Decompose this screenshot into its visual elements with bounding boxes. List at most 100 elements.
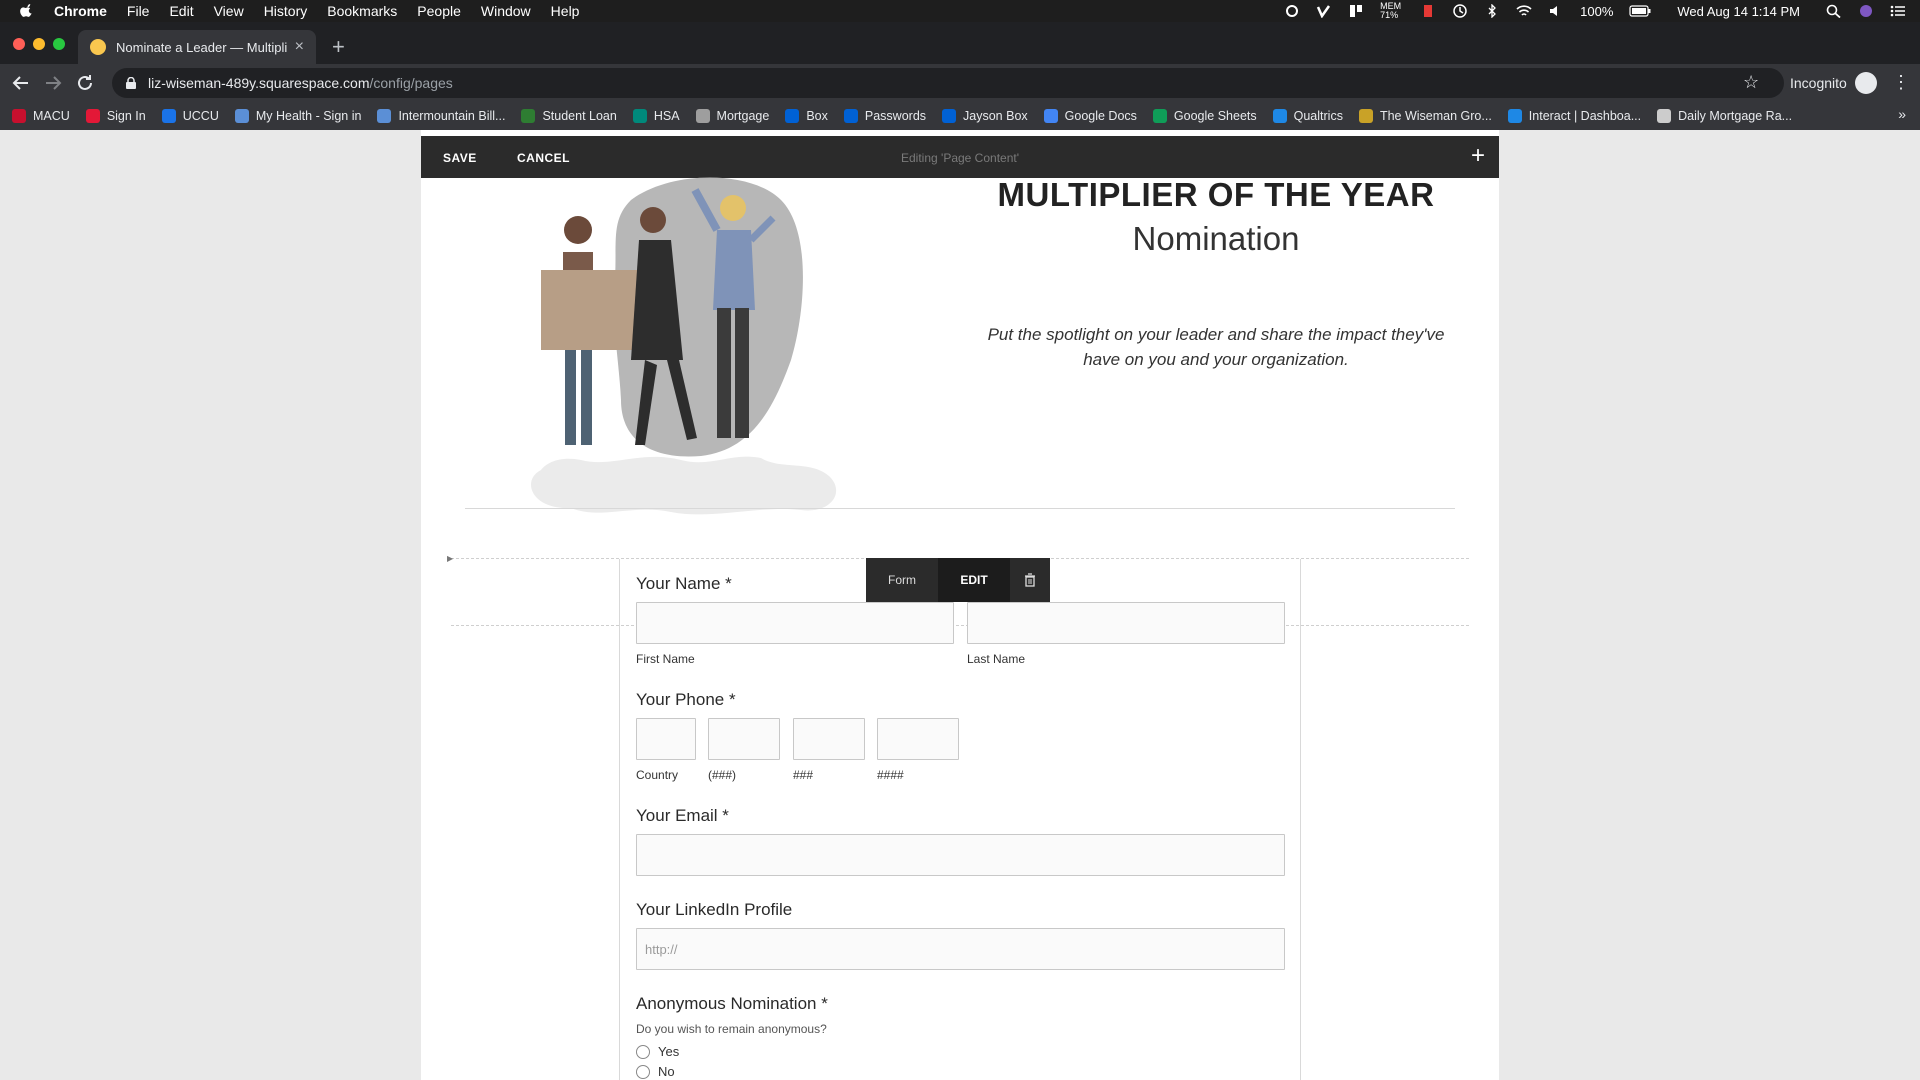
- pdf-icon[interactable]: [1420, 4, 1436, 18]
- bookmark-label: Google Sheets: [1173, 109, 1257, 123]
- trello-icon[interactable]: [1348, 4, 1364, 18]
- memory-status[interactable]: MEM 71%: [1380, 2, 1404, 20]
- section-divider: [465, 508, 1455, 509]
- menu-window[interactable]: Window: [481, 3, 531, 19]
- bookmark-label: Student Loan: [542, 109, 617, 123]
- chrome-toolbar: liz-wiseman-489y.squarespace.com/config/…: [0, 64, 1920, 102]
- creative-cloud-icon[interactable]: [1284, 4, 1300, 18]
- email-input[interactable]: [636, 834, 1285, 876]
- anonymous-help-text: Do you wish to remain anonymous?: [636, 1022, 827, 1036]
- window-close-button[interactable]: [13, 38, 25, 50]
- window-minimize-button[interactable]: [33, 38, 45, 50]
- bookmark-item[interactable]: MACU: [12, 109, 70, 123]
- bookmark-item[interactable]: Daily Mortgage Ra...: [1657, 109, 1792, 123]
- menu-file[interactable]: File: [127, 3, 150, 19]
- spotlight-search-icon[interactable]: [1826, 4, 1842, 18]
- menu-help[interactable]: Help: [551, 3, 580, 19]
- phone-country-caption: Country: [636, 768, 679, 782]
- notification-center-icon[interactable]: [1890, 4, 1906, 18]
- menu-app-chrome[interactable]: Chrome: [54, 3, 107, 19]
- phone-prefix-input[interactable]: [793, 718, 865, 760]
- block-caret-icon[interactable]: ▶: [447, 554, 453, 563]
- menu-bookmarks[interactable]: Bookmarks: [327, 3, 397, 19]
- bookmark-item[interactable]: Box: [785, 109, 828, 123]
- bookmark-label: Passwords: [864, 109, 927, 123]
- radio-yes[interactable]: [636, 1044, 650, 1059]
- bookmark-item[interactable]: Jayson Box: [942, 109, 1028, 123]
- radio-no-label: No: [658, 1064, 675, 1079]
- delete-block-button[interactable]: [1010, 558, 1050, 602]
- bookmark-item[interactable]: Google Docs: [1043, 109, 1137, 123]
- menubar-clock[interactable]: Wed Aug 14 1:14 PM: [1677, 4, 1800, 19]
- anonymous-option-no[interactable]: No: [636, 1064, 675, 1079]
- battery-icon[interactable]: [1629, 4, 1651, 18]
- bookmark-favicon-icon: [377, 109, 392, 123]
- incognito-indicator[interactable]: Incognito: [1790, 64, 1877, 102]
- phone-prefix-caption: ###: [793, 768, 814, 782]
- wifi-icon[interactable]: [1516, 4, 1532, 18]
- bookmark-favicon-icon: [1507, 109, 1522, 123]
- bookmark-label: UCCU: [182, 109, 219, 123]
- bookmark-item[interactable]: Intermountain Bill...: [377, 109, 505, 123]
- phone-line-caption: ####: [877, 768, 904, 782]
- bookmark-label: Mortgage: [716, 109, 770, 123]
- chrome-menu-icon[interactable]: ⋮: [1892, 72, 1910, 93]
- bookmark-item[interactable]: Qualtrics: [1272, 109, 1343, 123]
- bookmark-label: Google Docs: [1064, 109, 1137, 123]
- linkedin-label: Your LinkedIn Profile: [636, 900, 793, 919]
- phone-area-input[interactable]: [708, 718, 780, 760]
- bookmark-item[interactable]: UCCU: [161, 109, 219, 123]
- bookmark-item[interactable]: Passwords: [843, 109, 927, 123]
- bookmark-item[interactable]: My Health - Sign in: [234, 109, 361, 123]
- add-block-button[interactable]: +: [1471, 144, 1485, 168]
- bookmark-item[interactable]: Sign In: [85, 109, 146, 123]
- bookmark-item[interactable]: The Wiseman Gro...: [1358, 109, 1492, 123]
- anonymous-option-yes[interactable]: Yes: [636, 1044, 679, 1059]
- edit-block-button[interactable]: EDIT: [938, 558, 1010, 602]
- last-name-input[interactable]: [967, 602, 1285, 644]
- bookmark-item[interactable]: Google Sheets: [1152, 109, 1257, 123]
- vimeo-icon[interactable]: [1316, 4, 1332, 18]
- new-tab-button[interactable]: +: [332, 36, 345, 58]
- menu-view[interactable]: View: [214, 3, 244, 19]
- lock-icon[interactable]: [126, 77, 136, 89]
- radio-yes-label: Yes: [658, 1044, 680, 1059]
- phone-line-input[interactable]: [877, 718, 959, 760]
- address-bar[interactable]: liz-wiseman-489y.squarespace.com/config/…: [112, 68, 1784, 98]
- forward-arrow-icon[interactable]: [42, 72, 64, 94]
- back-arrow-icon[interactable]: [10, 72, 32, 94]
- bookmark-label: The Wiseman Gro...: [1379, 109, 1492, 123]
- menu-edit[interactable]: Edit: [169, 3, 193, 19]
- hero-subtitle: Nomination: [1132, 220, 1300, 257]
- url-host: liz-wiseman-489y.squarespace.com: [148, 75, 370, 91]
- bookmark-label: MACU: [33, 109, 70, 123]
- trash-icon: [1025, 573, 1035, 587]
- volume-icon[interactable]: [1548, 4, 1564, 18]
- time-machine-icon[interactable]: [1452, 4, 1468, 18]
- siri-icon[interactable]: [1858, 4, 1874, 18]
- menubar-status-area: MEM 71% 100% Wed Aug 14 1:14 PM: [1284, 0, 1906, 22]
- reload-icon[interactable]: [74, 72, 96, 94]
- menu-history[interactable]: History: [264, 3, 308, 19]
- tab-favicon-icon: [90, 39, 106, 55]
- bookmark-star-icon[interactable]: ☆: [1743, 72, 1759, 93]
- bookmark-item[interactable]: HSA: [632, 109, 680, 123]
- incognito-icon: [1854, 72, 1877, 94]
- radio-no[interactable]: [636, 1064, 650, 1079]
- tab-close-icon[interactable]: ×: [295, 38, 304, 56]
- browser-tab-active[interactable]: Nominate a Leader — Multiplie ×: [78, 30, 316, 64]
- bluetooth-icon[interactable]: [1484, 4, 1500, 18]
- phone-country-input[interactable]: [636, 718, 696, 760]
- bookmark-favicon-icon: [1152, 109, 1167, 123]
- battery-percent[interactable]: 100%: [1580, 4, 1613, 19]
- apple-icon[interactable]: [20, 4, 34, 18]
- bookmarks-overflow-button[interactable]: »: [1898, 106, 1906, 122]
- bookmark-item[interactable]: Mortgage: [695, 109, 770, 123]
- bookmark-item[interactable]: Student Loan: [521, 109, 617, 123]
- first-name-input[interactable]: [636, 602, 954, 644]
- window-zoom-button[interactable]: [53, 38, 65, 50]
- menu-people[interactable]: People: [417, 3, 461, 19]
- bookmark-item[interactable]: Interact | Dashboa...: [1507, 109, 1641, 123]
- linkedin-input[interactable]: [636, 928, 1285, 970]
- email-label: Your Email *: [636, 806, 729, 825]
